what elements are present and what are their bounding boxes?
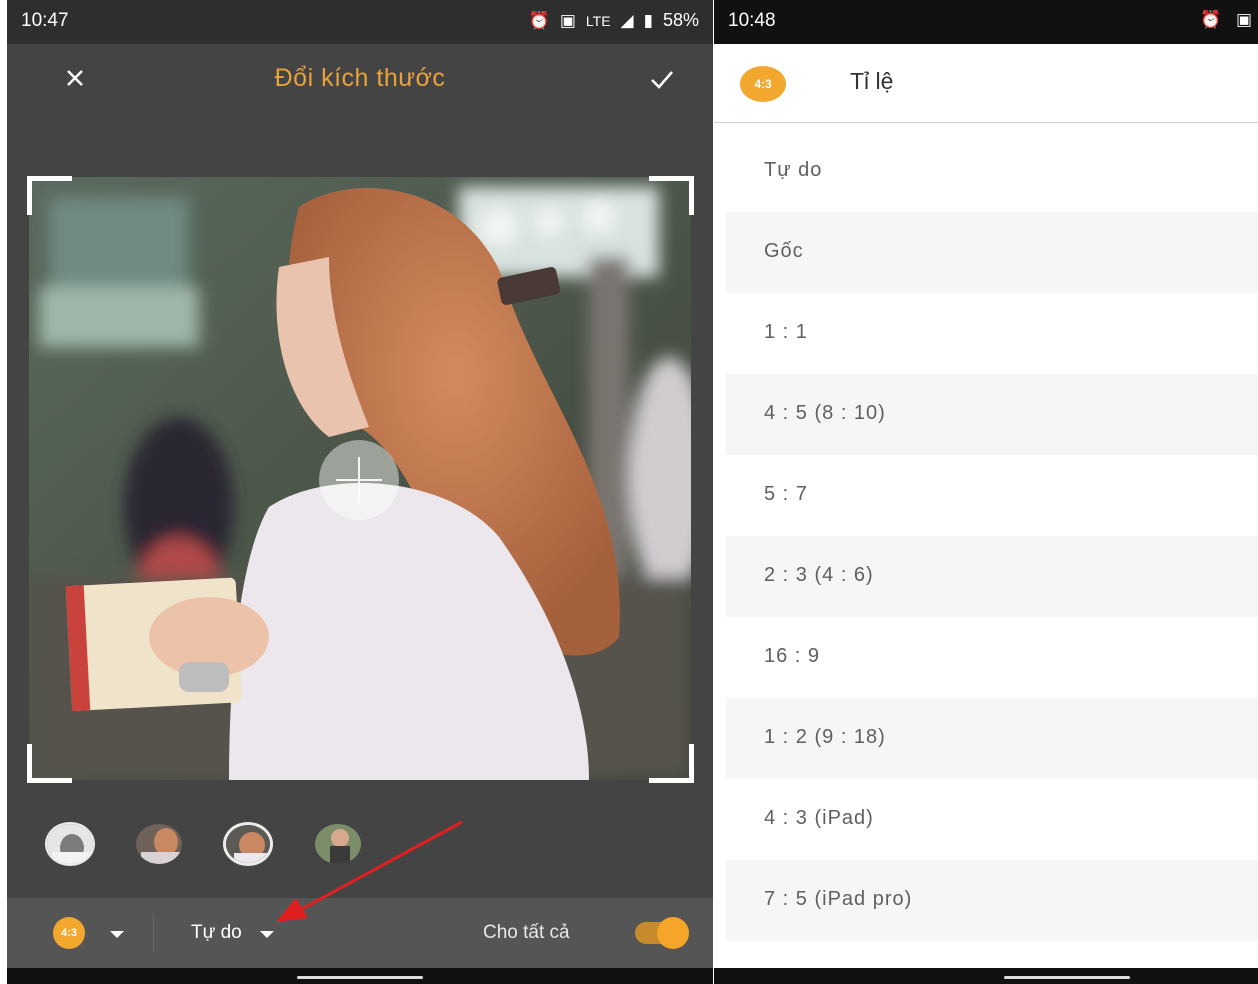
ratio-option-label: Tự do [764, 159, 823, 181]
ratio-option-label: 1 : 2 (9 : 18) [764, 726, 886, 748]
ratio-option-label: 4 : 3 (iPad) [764, 807, 874, 829]
aspect-ratio-badge: 4:3 [740, 66, 786, 102]
ratio-option[interactable]: 4 : 3 (iPad) [726, 779, 1258, 860]
ratio-option[interactable]: 2 : 3 (4 : 6) [726, 536, 1258, 617]
ratio-option-list: Tự do Gốc 1 : 1 4 : 5 (8 : 10) 5 : 7 2 :… [726, 131, 1258, 941]
ratio-option-label: 7 : 5 (iPad pro) [764, 888, 913, 910]
ratio-option[interactable]: 16 : 9 [726, 617, 1258, 698]
ratio-option[interactable]: 1 : 1 [726, 293, 1258, 374]
alarm-icon: ⏰ [1200, 10, 1222, 29]
right-phone-screen: 10:48 ⏰ ▣ 4:3 Tỉ lệ Tự do Gốc 1 : 1 4 : … [714, 0, 1258, 984]
ratio-option[interactable]: 1 : 2 (9 : 18) [726, 698, 1258, 779]
ratio-option-label: 2 : 3 (4 : 6) [764, 564, 874, 586]
nav-bar [714, 968, 1258, 984]
ratio-option[interactable]: Tự do [726, 131, 1258, 212]
sheet-title: Tỉ lệ [850, 68, 894, 94]
vibrate-icon: ▣ [1236, 10, 1253, 29]
ratio-option-label: 16 : 9 [764, 645, 821, 667]
ratio-option[interactable]: 4 : 5 (8 : 10) [726, 374, 1258, 455]
ratio-option-label: 5 : 7 [764, 483, 808, 505]
ratio-option[interactable]: 7 : 5 (iPad pro) [726, 860, 1258, 941]
ratio-option[interactable]: 5 : 7 [726, 455, 1258, 536]
ratio-option-label: Gốc [764, 240, 804, 262]
ratio-option-label: 1 : 1 [764, 321, 808, 343]
status-bar: 10:48 ⏰ ▣ [714, 0, 1258, 44]
home-gesture-pill[interactable] [1004, 976, 1130, 979]
ratio-option[interactable]: Gốc [726, 212, 1258, 293]
annotation-arrow [276, 820, 463, 922]
status-time: 10:48 [728, 10, 776, 31]
ratio-option-label: 4 : 5 (8 : 10) [764, 402, 886, 424]
ratio-sheet-header: 4:3 Tỉ lệ [714, 44, 1258, 123]
